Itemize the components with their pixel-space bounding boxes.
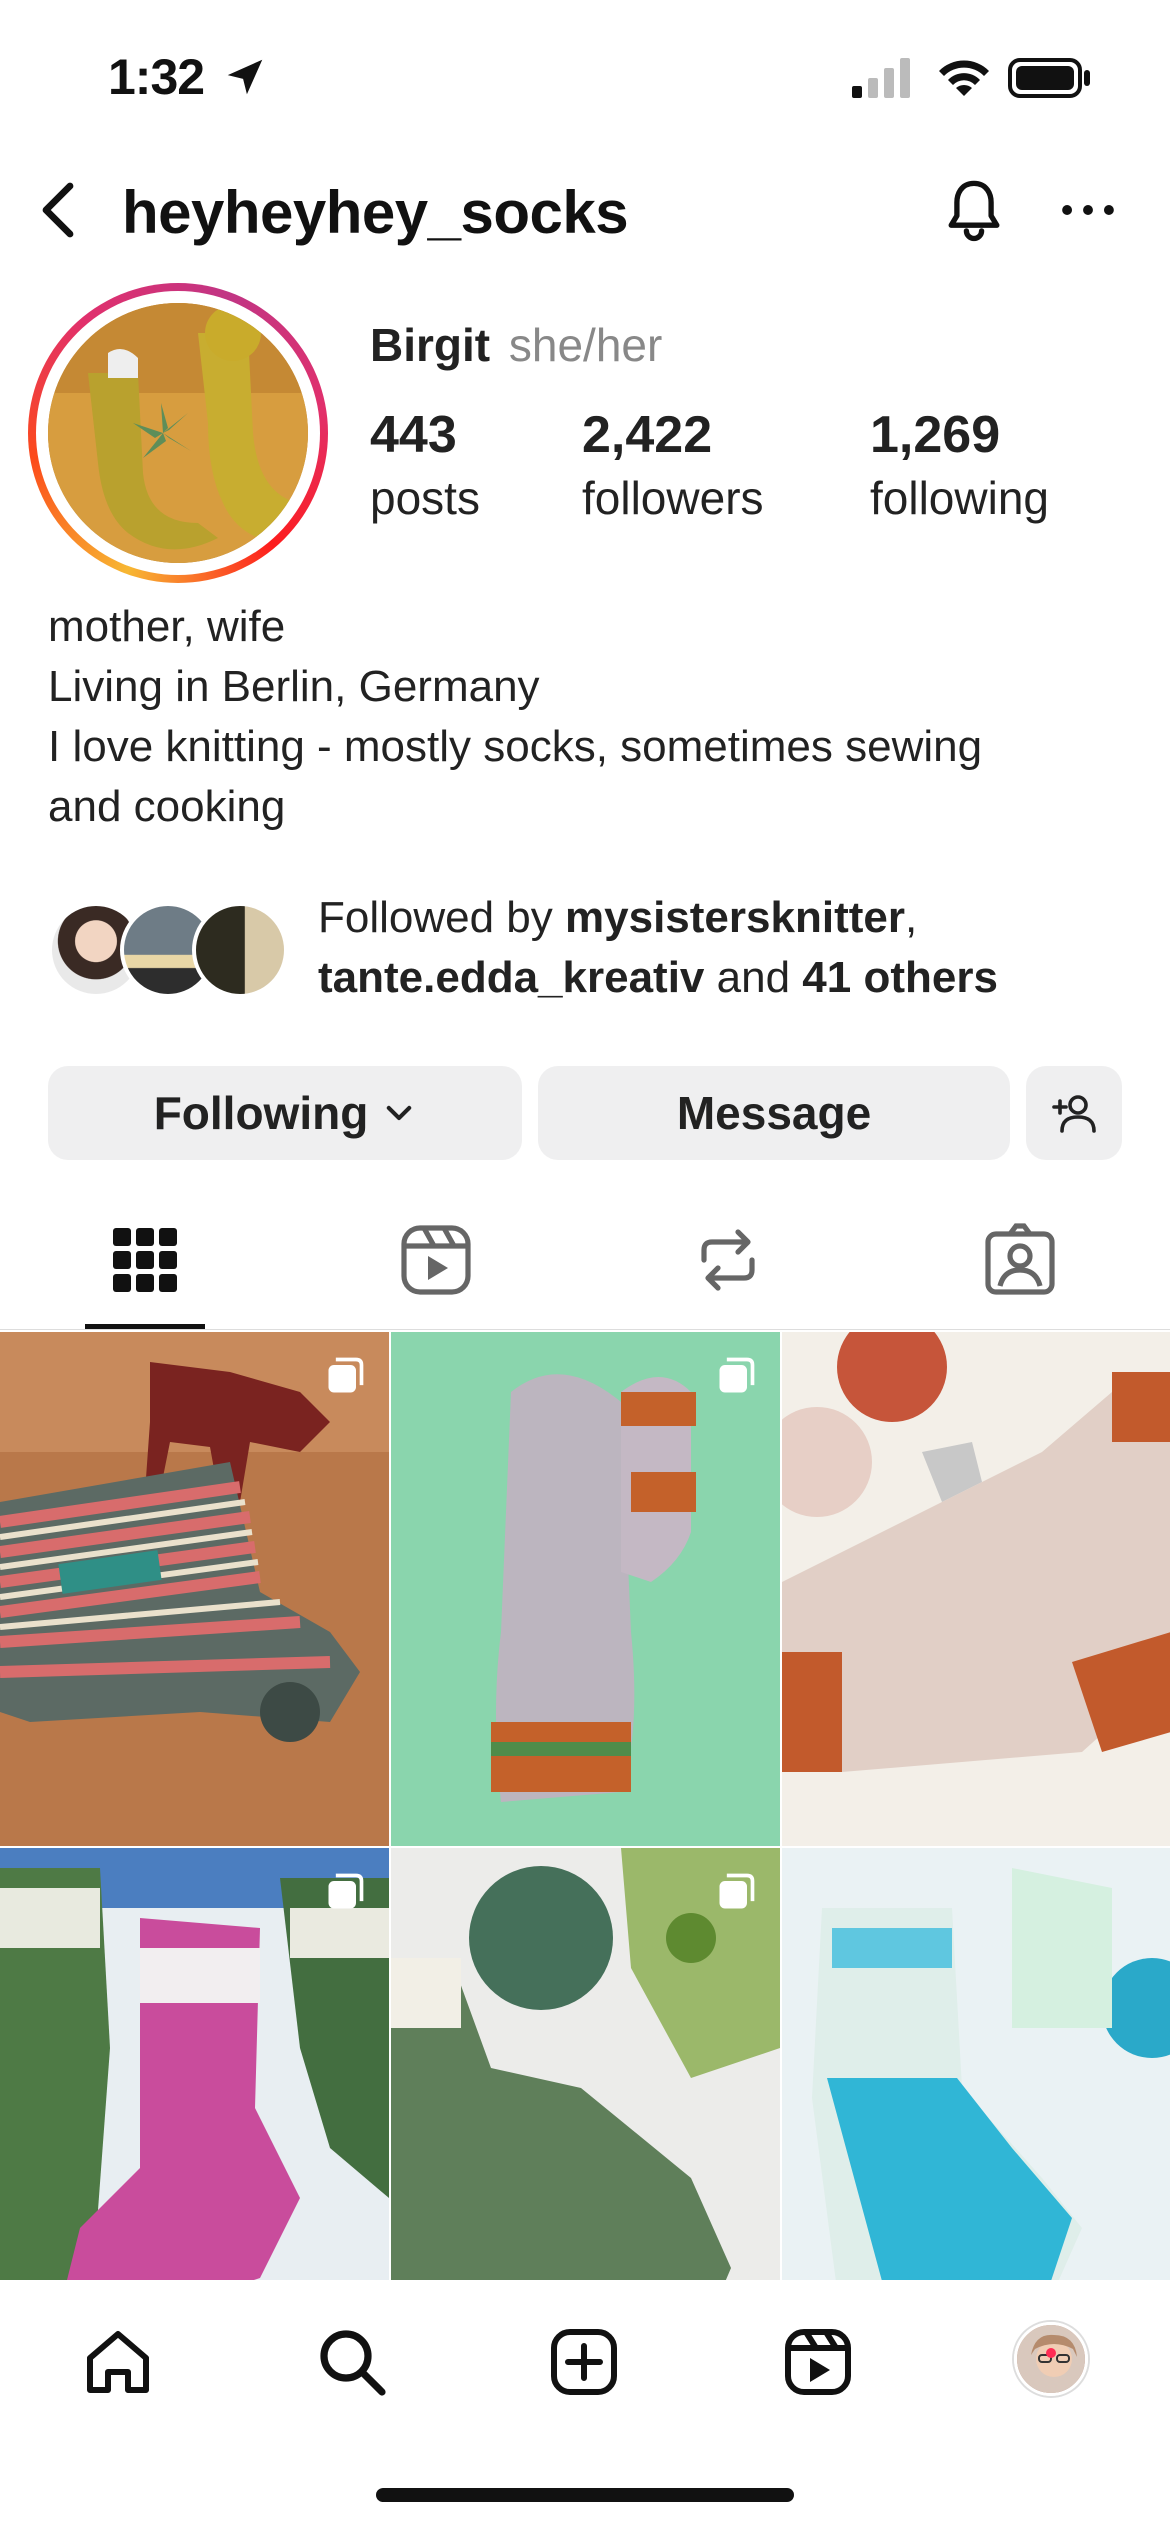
notifications-bell-icon[interactable] <box>936 172 1012 248</box>
profile-bio: mother, wife Living in Berlin, Germany I… <box>48 597 1138 837</box>
tab-reposts[interactable] <box>688 1220 768 1300</box>
location-arrow-icon <box>227 59 263 95</box>
avatar-photo <box>48 303 308 563</box>
bio-line: Living in Berlin, Germany <box>48 662 540 711</box>
home-icon[interactable] <box>78 2322 158 2402</box>
tab-tagged[interactable] <box>980 1220 1060 1300</box>
message-button[interactable]: Message <box>538 1066 1010 1160</box>
mutual-user-link[interactable]: tante.edda_kreativ <box>318 953 704 1002</box>
chevron-down-icon <box>387 1105 412 1121</box>
sock-photo-icon <box>48 303 308 563</box>
notification-dot <box>1046 2348 1056 2358</box>
post-thumbnail[interactable] <box>782 1332 1170 1846</box>
stat-following[interactable]: 1,269 following <box>870 405 1049 525</box>
mutual-user-link[interactable]: mysistersknitter <box>565 893 905 942</box>
tab-reels[interactable] <box>396 1220 476 1300</box>
pronouns: she/her <box>508 319 663 371</box>
profile-header: heyheyhey_socks <box>0 160 1170 260</box>
profile-avatar[interactable] <box>28 283 328 583</box>
suggested-users-button[interactable] <box>1026 1066 1122 1160</box>
back-button[interactable] <box>20 170 100 250</box>
profile-nav-avatar[interactable] <box>1014 2322 1088 2396</box>
stat-value: 443 <box>370 406 457 464</box>
bio-line: and cooking <box>48 782 286 831</box>
stat-posts[interactable]: 443 posts <box>370 405 480 525</box>
multi-photo-icon <box>719 1873 755 1909</box>
multi-photo-icon <box>719 1357 755 1393</box>
divider <box>0 1329 1170 1330</box>
post-thumbnail[interactable] <box>391 1332 780 1846</box>
more-options-icon[interactable] <box>1050 172 1126 248</box>
search-icon[interactable] <box>312 2322 392 2402</box>
followed-by-text[interactable]: Followed by mysistersknitter, tante.edda… <box>318 888 1138 1008</box>
multi-photo-icon <box>328 1873 364 1909</box>
cellular-signal-icon <box>852 58 910 98</box>
status-bar: 1:32 <box>0 0 1170 150</box>
followed-by-prefix: Followed by <box>318 893 553 942</box>
profile-username: heyheyhey_socks <box>122 179 629 246</box>
stat-label: following <box>870 472 1049 524</box>
stat-label: posts <box>370 472 480 524</box>
create-post-icon[interactable] <box>544 2322 624 2402</box>
tab-grid[interactable] <box>105 1220 185 1300</box>
mutual-avatar <box>192 902 288 998</box>
multi-photo-icon <box>328 1357 364 1393</box>
posts-grid <box>0 1332 1170 2362</box>
add-person-icon <box>1052 1095 1096 1133</box>
following-label: Following <box>153 1087 369 1139</box>
stat-value: 1,269 <box>870 406 1001 464</box>
wifi-icon <box>939 60 989 96</box>
bio-line: mother, wife <box>48 602 286 651</box>
status-time: 1:32 <box>108 49 205 105</box>
content-tabs <box>0 1200 1170 1330</box>
message-label: Message <box>676 1087 872 1139</box>
bio-line: I love knitting - mostly socks, sometime… <box>48 722 983 771</box>
display-name: Birgit <box>370 319 491 371</box>
battery-icon <box>1008 58 1090 98</box>
stat-label: followers <box>582 472 764 524</box>
mutual-others-link[interactable]: 41 others <box>802 953 998 1002</box>
reels-icon[interactable] <box>778 2322 858 2402</box>
mutual-followers-avatars[interactable] <box>48 902 298 1002</box>
display-name-row: Birgit she/her <box>370 318 662 372</box>
post-thumbnail[interactable] <box>0 1332 389 1846</box>
home-indicator <box>376 2488 794 2502</box>
stat-followers[interactable]: 2,422 followers <box>582 405 764 525</box>
stat-value: 2,422 <box>582 406 713 464</box>
following-button[interactable]: Following <box>48 1066 522 1160</box>
